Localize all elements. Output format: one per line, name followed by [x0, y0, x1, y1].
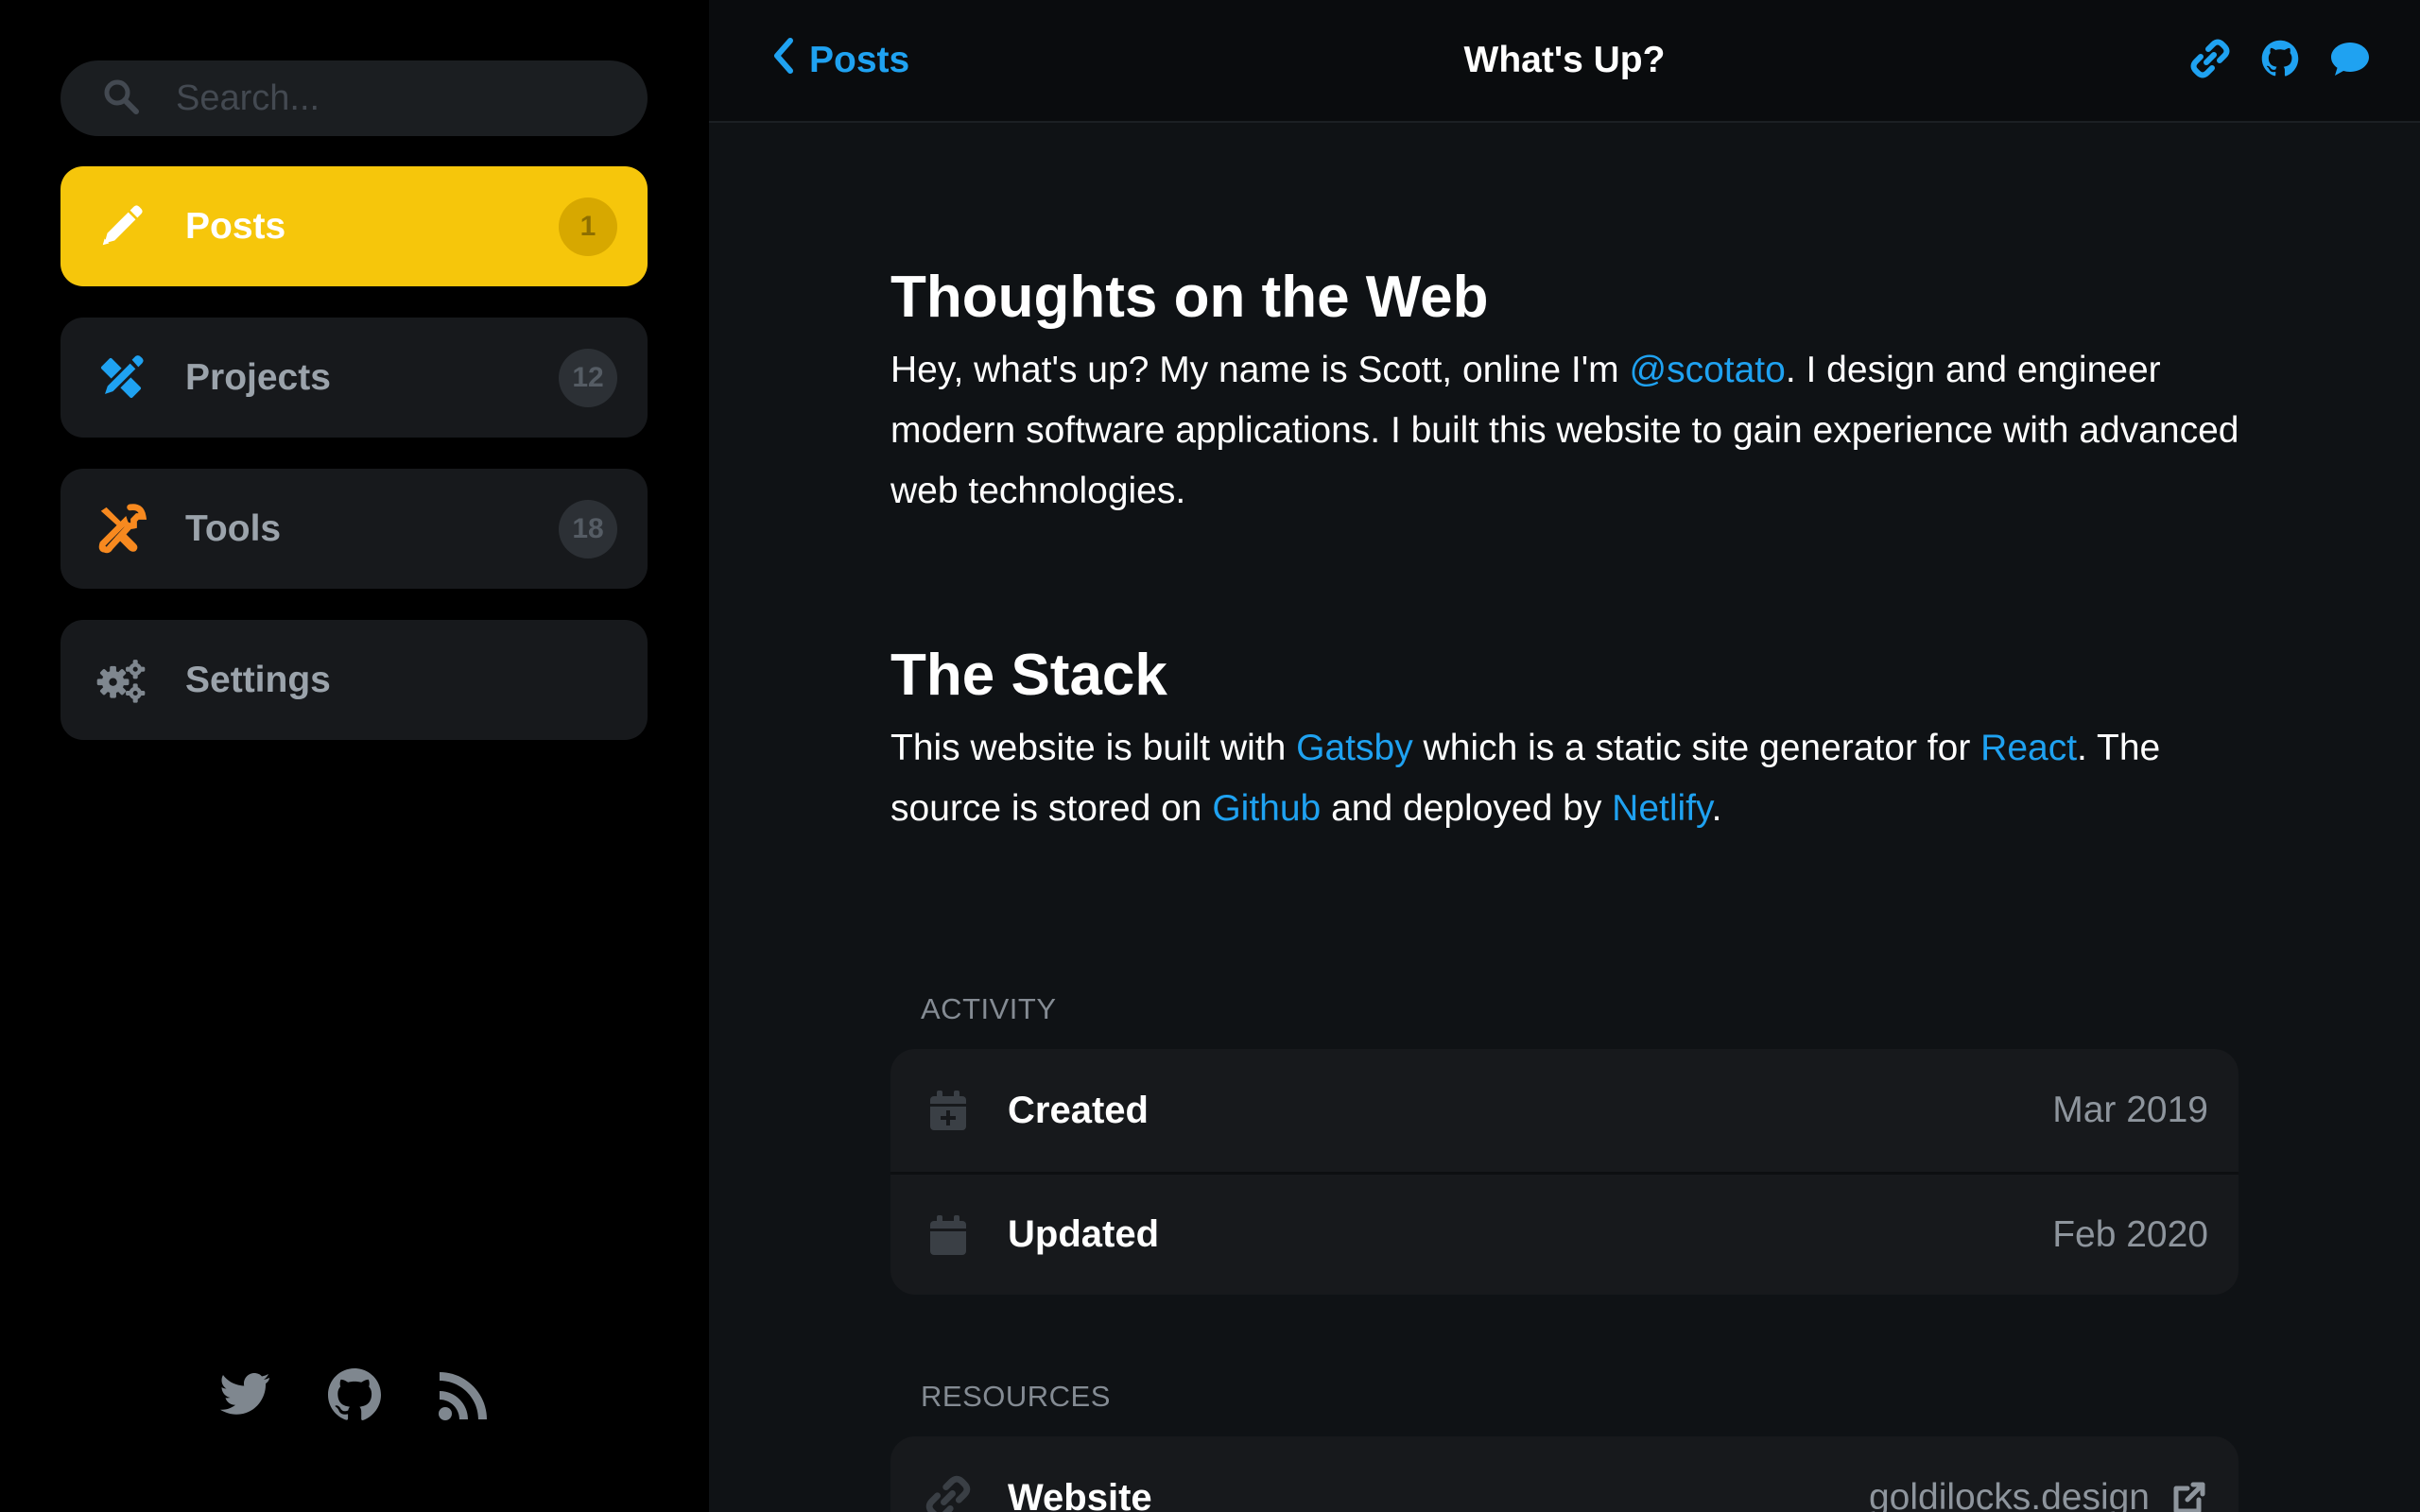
count-badge: 18 [559, 499, 617, 558]
section-stack: The Stack This website is built with Gat… [890, 643, 2244, 839]
gatsby-link[interactable]: Gatsby [1296, 728, 1413, 768]
calendar-icon [925, 1211, 972, 1259]
sidebar-item-label: Settings [185, 659, 331, 700]
paragraph: This website is built with Gatsby which … [890, 718, 2244, 839]
row-label: Website [1008, 1476, 1152, 1512]
top-actions [2189, 38, 2371, 79]
tools-icon [95, 503, 147, 556]
calendar-plus-icon [925, 1087, 972, 1134]
section-heading: Thoughts on the Web [890, 265, 1489, 330]
paragraph-text: . [1711, 788, 1722, 829]
app-window: Posts 1 Projects 12 Tool [0, 0, 2420, 1512]
activity-label: ACTIVITY [921, 992, 1057, 1025]
resources-label: RESOURCES [921, 1380, 1111, 1413]
react-link[interactable]: React [1980, 728, 2077, 768]
sidebar-item-label: Posts [185, 205, 286, 247]
sidebar: Posts 1 Projects 12 Tool [0, 0, 709, 1512]
activity-row-updated: Updated Feb 2020 [890, 1172, 2238, 1295]
row-value: goldilocks.design [1868, 1477, 2150, 1512]
sidebar-item-label: Tools [185, 507, 282, 549]
row-label: Updated [1008, 1213, 1159, 1255]
netlify-link[interactable]: Netlify [1612, 788, 1711, 829]
search-icon [102, 77, 176, 120]
github-icon[interactable] [324, 1365, 385, 1425]
count-badge: 12 [559, 348, 617, 407]
paragraph-text: which is a static site generator for [1412, 728, 1981, 768]
back-button-label: Posts [809, 40, 910, 80]
post-content: Thoughts on the Web Hey, what's up? My n… [890, 265, 2244, 839]
resources-panel: Website goldilocks.design [890, 1436, 2238, 1512]
sidebar-item-tools[interactable]: Tools 18 [60, 469, 648, 589]
link-icon [925, 1474, 972, 1512]
github-icon[interactable] [2259, 38, 2301, 79]
main-panel: What's Up? Posts Thoughts on the Web Hey… [709, 0, 2420, 1512]
pencil-icon [95, 200, 147, 253]
pencil-ruler-icon [95, 352, 147, 404]
github-link[interactable]: Github [1212, 788, 1321, 829]
paragraph: Hey, what's up? My name is Scott, online… [890, 340, 2244, 522]
row-value: Mar 2019 [2052, 1090, 2208, 1130]
search-input[interactable] [176, 77, 611, 119]
comment-icon[interactable] [2329, 38, 2371, 79]
link-icon[interactable] [2189, 38, 2231, 79]
twitter-handle-link[interactable]: @scotato [1630, 350, 1786, 390]
sidebar-item-settings[interactable]: Settings [60, 620, 648, 740]
search-bar[interactable] [60, 60, 648, 136]
social-links [0, 1365, 709, 1431]
sidebar-item-posts[interactable]: Posts 1 [60, 166, 648, 286]
sidebar-item-label: Projects [185, 356, 331, 398]
row-value: Feb 2020 [2052, 1213, 2208, 1255]
activity-row-created: Created Mar 2019 [890, 1049, 2238, 1172]
paragraph-text: This website is built with [890, 728, 1297, 768]
section-heading: The Stack [890, 643, 1167, 708]
resource-row-website[interactable]: Website goldilocks.design [890, 1436, 2238, 1512]
back-button[interactable]: Posts [769, 34, 909, 87]
rss-icon[interactable] [434, 1365, 494, 1425]
paragraph-text: Hey, what's up? My name is Scott, online… [890, 350, 1630, 390]
count-badge: 1 [559, 197, 617, 256]
page-title: What's Up? [1463, 40, 1666, 80]
top-bar: What's Up? Posts [709, 0, 2420, 123]
external-link-icon[interactable] [2170, 1479, 2208, 1512]
section-thoughts: Thoughts on the Web Hey, what's up? My n… [890, 265, 2244, 522]
twitter-icon[interactable] [215, 1365, 275, 1425]
activity-panel: Created Mar 2019 Updated Feb 2020 [890, 1049, 2238, 1295]
sidebar-item-projects[interactable]: Projects 12 [60, 318, 648, 438]
chevron-left-icon [769, 37, 809, 84]
paragraph-text: and deployed by [1321, 788, 1613, 829]
row-label: Created [1008, 1089, 1149, 1131]
gears-icon [95, 654, 147, 707]
